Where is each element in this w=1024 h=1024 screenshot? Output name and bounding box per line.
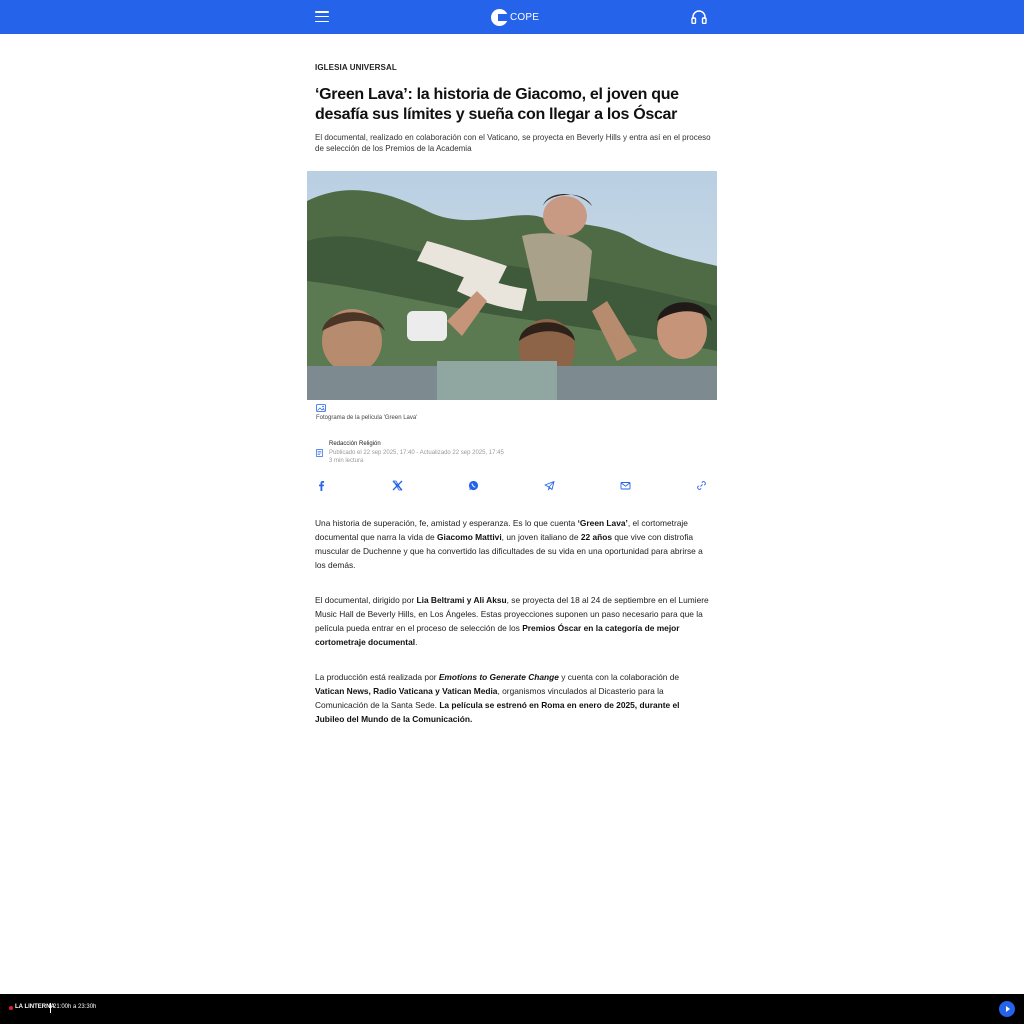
email-icon[interactable] <box>620 480 631 491</box>
text: , un joven italiano de <box>501 532 581 542</box>
bold-text: Giacomo Mattivi <box>436 532 502 542</box>
article-paragraph: La producción está realizada por Emotion… <box>315 670 710 726</box>
hamburger-menu-icon[interactable] <box>315 11 329 23</box>
text: y cuenta con la colaboración de <box>558 672 680 682</box>
text: Una historia de superación, fe, amistad … <box>315 518 578 528</box>
link-icon[interactable] <box>696 480 707 491</box>
program-divider <box>50 1003 51 1013</box>
facebook-icon[interactable] <box>316 480 327 491</box>
cope-logo-text: COPE <box>510 11 540 23</box>
hero-image <box>307 171 717 400</box>
cope-logo-mark <box>491 8 508 26</box>
section-label[interactable]: IGLESIA UNIVERSAL <box>315 63 397 72</box>
bold-text: Emotions to Generate Change <box>438 672 559 682</box>
program-schedule: 21:00h a 23:30h <box>53 1004 97 1010</box>
whatsapp-icon[interactable] <box>468 480 479 491</box>
read-time: 3 min lectura <box>329 458 364 464</box>
publish-dates: Publicado el 22 sep 2025, 17:40 - Actual… <box>329 450 504 456</box>
cope-logo[interactable]: COPE <box>491 8 539 26</box>
article-paragraph: Una historia de superación, fe, amistad … <box>315 516 710 572</box>
text: El documental, dirigido por <box>315 595 417 605</box>
author-name[interactable]: Redacción Religión <box>329 441 381 447</box>
bold-text: ‘Green Lava’ <box>577 518 628 528</box>
bold-text: Vatican News, Radio Vaticana y Vatican M… <box>315 686 498 696</box>
image-caption: Fotograma de la película 'Green Lava' <box>316 415 418 421</box>
image-icon <box>316 404 326 412</box>
article-headline: ‘Green Lava’: la historia de Giacomo, el… <box>315 86 679 123</box>
x-icon[interactable] <box>392 480 403 491</box>
program-name[interactable]: LA LINTERNA <box>15 1004 55 1010</box>
bold-text: Lia Beltrami y Ali Aksu <box>416 595 507 605</box>
bold-text: 22 años <box>580 532 613 542</box>
article-paragraph: El documental, dirigido por Lia Beltrami… <box>315 593 710 649</box>
document-icon <box>316 449 323 457</box>
headphones-icon[interactable] <box>691 10 707 24</box>
text: . <box>415 637 418 647</box>
play-icon[interactable] <box>999 1001 1015 1017</box>
live-radio-player <box>0 994 1024 1024</box>
article-subtitle: El documental, realizado en colaboración… <box>315 133 711 153</box>
telegram-icon[interactable] <box>544 480 555 491</box>
text: La producción está realizada por <box>315 672 439 682</box>
live-indicator-icon <box>9 1006 13 1010</box>
